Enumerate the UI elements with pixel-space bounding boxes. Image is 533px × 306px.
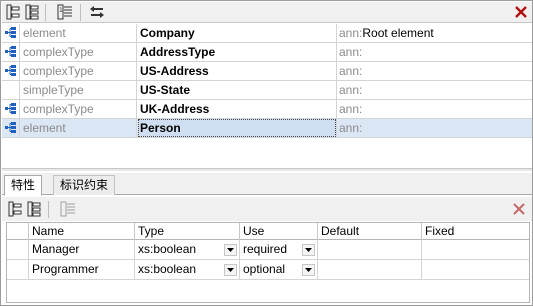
attr-use-select[interactable]: required — [240, 240, 318, 259]
ann-label: ann: — [339, 64, 363, 78]
attr-fixed[interactable] — [422, 260, 529, 279]
header-spacer — [7, 223, 29, 240]
append-icon[interactable] — [23, 3, 41, 21]
component-annotation[interactable]: ann: — [337, 100, 532, 118]
svg-text:1: 1 — [59, 7, 63, 14]
component-name[interactable]: US-State — [137, 81, 337, 99]
column-header-use: Use — [240, 223, 318, 240]
component-name[interactable]: AddressType — [137, 43, 337, 61]
component-kind: complexType — [20, 43, 137, 61]
schema-overview-panel: 1 element Company ann:Root element compl… — [0, 0, 533, 306]
component-row[interactable]: complexType US-Address ann: — [2, 62, 532, 81]
component-icon[interactable] — [2, 24, 20, 42]
component-annotation[interactable]: ann: — [337, 81, 532, 99]
toolbar-separator — [80, 4, 81, 21]
component-name[interactable]: UK-Address — [137, 100, 337, 118]
attr-type-select[interactable]: xs:boolean — [135, 240, 240, 259]
component-icon[interactable] — [2, 119, 20, 137]
component-row[interactable]: complexType AddressType ann: — [2, 43, 532, 62]
tab-attributes[interactable]: 特性 — [4, 175, 43, 196]
attr-type-select[interactable]: xs:boolean — [135, 260, 240, 279]
component-name[interactable]: Company — [137, 24, 337, 42]
component-kind: element — [20, 24, 137, 42]
ann-value: Root element — [362, 26, 434, 40]
row-handle[interactable] — [7, 240, 29, 259]
add-child-icon — [59, 200, 77, 218]
attr-name[interactable]: Programmer — [29, 260, 135, 279]
table-row[interactable]: Manager xs:boolean required — [7, 240, 529, 260]
chevron-down-icon[interactable] — [224, 244, 237, 256]
column-header-name: Name — [29, 223, 135, 240]
toolbar-separator — [48, 201, 49, 218]
component-name[interactable]: US-Address — [137, 62, 337, 80]
tab-identity-constraints[interactable]: 标识约束 — [53, 175, 116, 195]
chevron-down-icon[interactable] — [302, 244, 315, 256]
attributes-table: Name Type Use Default Fixed Manager xs:b… — [6, 222, 530, 303]
attr-use-select[interactable]: optional — [240, 260, 318, 279]
attr-type-value: xs:boolean — [138, 262, 197, 276]
ann-label: ann: — [339, 45, 363, 59]
delete-icon — [510, 200, 528, 218]
ann-label: ann: — [339, 102, 363, 116]
attr-use-value: required — [243, 242, 288, 256]
details-tabbar: 特性 标识约束 — [2, 173, 532, 196]
component-icon[interactable] — [2, 100, 20, 118]
component-annotation[interactable]: ann: — [337, 43, 532, 61]
chevron-down-icon[interactable] — [224, 264, 237, 276]
component-kind: complexType — [20, 62, 137, 80]
sort-icon[interactable] — [88, 3, 106, 21]
insert-icon[interactable] — [6, 200, 24, 218]
insert-icon[interactable] — [4, 3, 22, 21]
attr-default[interactable] — [318, 240, 422, 259]
ann-label: ann: — [339, 83, 363, 97]
component-kind: simpleType — [20, 81, 137, 99]
table-header: Name Type Use Default Fixed — [7, 223, 529, 240]
attr-type-value: xs:boolean — [138, 242, 197, 256]
attr-use-value: optional — [243, 262, 286, 276]
ann-label: ann: — [339, 121, 363, 135]
components-toolbar: 1 — [2, 2, 532, 23]
attr-fixed[interactable] — [422, 240, 529, 259]
component-annotation[interactable]: ann:Root element — [337, 24, 532, 42]
component-name[interactable]: Person — [137, 119, 337, 137]
toolbar-separator — [45, 4, 46, 21]
component-row[interactable]: simpleType US-State ann: — [2, 81, 532, 100]
component-annotation[interactable]: ann: — [337, 62, 532, 80]
column-header-fixed: Fixed — [425, 224, 455, 238]
table-row[interactable]: Programmer xs:boolean optional — [7, 260, 529, 280]
component-kind: complexType — [20, 100, 137, 118]
attr-default[interactable] — [318, 260, 422, 279]
component-icon[interactable] — [2, 43, 20, 61]
append-icon[interactable] — [25, 200, 43, 218]
attr-name[interactable]: Manager — [29, 240, 135, 259]
pane-splitter[interactable] — [2, 168, 532, 171]
delete-icon[interactable] — [512, 3, 530, 21]
component-row[interactable]: complexType UK-Address ann: — [2, 100, 532, 119]
ann-label: ann: — [339, 26, 363, 40]
chevron-down-icon[interactable] — [302, 264, 315, 276]
component-kind: element — [20, 119, 137, 137]
attributes-toolbar — [2, 197, 532, 221]
add-child-icon[interactable]: 1 — [56, 3, 74, 21]
component-row[interactable]: element Company ann:Root element — [2, 24, 532, 43]
component-annotation[interactable]: ann: — [337, 119, 532, 137]
row-handle[interactable] — [7, 260, 29, 279]
component-icon[interactable] — [2, 62, 20, 80]
component-icon-empty — [2, 81, 20, 99]
column-header-default: Default — [318, 223, 422, 240]
column-header-type: Type — [135, 223, 240, 240]
component-row-selected[interactable]: element Person ann: — [2, 119, 532, 138]
